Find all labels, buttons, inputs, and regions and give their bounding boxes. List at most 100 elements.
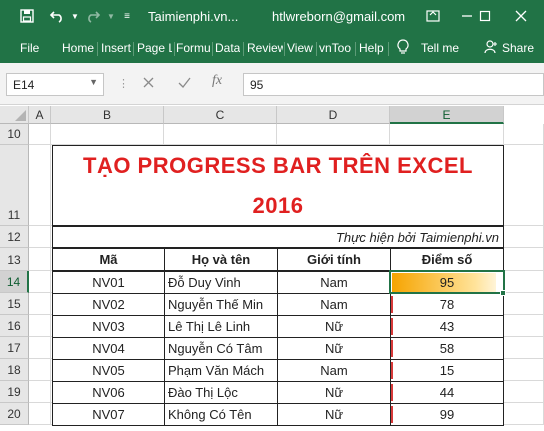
grid-cell[interactable]	[51, 124, 164, 145]
header-ho-va-ten[interactable]: Họ và tên	[164, 248, 278, 271]
grid-cell[interactable]	[29, 124, 51, 145]
employee-name-cell[interactable]: Đỗ Duy Vinh	[164, 271, 278, 294]
formula-input[interactable]: 95	[243, 73, 544, 96]
score-cell[interactable]: 78	[390, 293, 504, 316]
share-icon[interactable]	[484, 40, 498, 57]
gender-cell[interactable]: Nam	[277, 293, 391, 316]
grid-cell[interactable]	[164, 124, 277, 145]
undo-icon[interactable]	[48, 7, 66, 25]
row-header-18[interactable]: 18	[0, 359, 29, 381]
row-header-19[interactable]: 19	[0, 381, 29, 403]
employee-name-cell[interactable]: Nguyễn Có Tâm	[164, 337, 278, 360]
grid-cell[interactable]	[504, 124, 544, 145]
grid-cell[interactable]	[390, 124, 504, 145]
grid-cell[interactable]	[29, 315, 51, 337]
row-header-13[interactable]: 13	[0, 248, 29, 271]
customize-toolbar-icon[interactable]: ≡	[118, 7, 136, 25]
employee-name-cell[interactable]: Lê Thị Lê Linh	[164, 315, 278, 338]
maximize-icon[interactable]	[476, 7, 494, 25]
score-cell[interactable]: 15	[390, 359, 504, 382]
tab-page-layout[interactable]: Page L	[137, 41, 172, 55]
title-cell[interactable]: TẠO PROGRESS BAR TRÊN EXCEL 2016	[52, 145, 504, 226]
gender-cell[interactable]: Nữ	[277, 315, 391, 338]
tab-review[interactable]: Review	[247, 41, 283, 55]
employee-id-cell[interactable]: NV03	[52, 315, 165, 338]
drag-handle-icon[interactable]: ⋮	[118, 77, 129, 90]
select-all-corner[interactable]	[0, 106, 29, 124]
tab-insert[interactable]: Insert	[101, 41, 131, 55]
lightbulb-icon[interactable]	[397, 39, 409, 58]
column-header-d[interactable]: D	[277, 106, 390, 124]
score-cell[interactable]: 95	[390, 271, 504, 294]
grid-cell[interactable]	[504, 403, 544, 425]
grid-cell[interactable]	[29, 145, 51, 226]
fill-handle[interactable]	[500, 290, 506, 296]
gender-cell[interactable]: Nữ	[277, 337, 391, 360]
column-header-c[interactable]: C	[164, 106, 277, 124]
grid-cell[interactable]	[504, 315, 544, 337]
employee-id-cell[interactable]: NV01	[52, 271, 165, 294]
tab-help[interactable]: Help	[359, 41, 384, 55]
employee-id-cell[interactable]: NV07	[52, 403, 165, 426]
credit-cell[interactable]: Thực hiện bởi Taimienphi.vn	[52, 226, 504, 248]
column-header-a[interactable]: A	[29, 106, 51, 124]
save-icon[interactable]	[18, 7, 36, 25]
redo-icon[interactable]	[84, 7, 102, 25]
header-gioi-tinh[interactable]: Giới tính	[277, 248, 391, 271]
insert-function-icon[interactable]: fx	[212, 73, 222, 89]
grid-cell[interactable]	[504, 145, 544, 226]
header-diem-so[interactable]: Điểm số	[390, 248, 504, 271]
row-header-11[interactable]: 11	[0, 145, 29, 226]
grid-cell[interactable]	[504, 337, 544, 359]
employee-name-cell[interactable]: Phạm Văn Mách	[164, 359, 278, 382]
grid-cell[interactable]	[504, 226, 544, 248]
grid-cell[interactable]	[504, 359, 544, 381]
column-header-e[interactable]: E	[390, 106, 504, 124]
grid-cell[interactable]	[29, 359, 51, 381]
row-header-16[interactable]: 16	[0, 315, 29, 337]
employee-name-cell[interactable]: Đào Thị Lộc	[164, 381, 278, 404]
employee-id-cell[interactable]: NV02	[52, 293, 165, 316]
row-header-17[interactable]: 17	[0, 337, 29, 359]
tab-vntools[interactable]: vnToo	[319, 41, 353, 55]
employee-id-cell[interactable]: NV06	[52, 381, 165, 404]
score-cell[interactable]: 44	[390, 381, 504, 404]
header-ma[interactable]: Mã	[52, 248, 165, 271]
row-header-14[interactable]: 14	[0, 271, 29, 293]
minimize-icon[interactable]	[458, 7, 476, 25]
gender-cell[interactable]: Nam	[277, 359, 391, 382]
column-header-b[interactable]: B	[51, 106, 164, 124]
row-header-12[interactable]: 12	[0, 226, 29, 248]
tab-file[interactable]: File	[20, 41, 39, 55]
grid-cell[interactable]	[29, 226, 51, 248]
tab-formulas[interactable]: Formu	[176, 41, 210, 55]
score-cell[interactable]: 99	[390, 403, 504, 426]
tell-me-search[interactable]: Tell me	[421, 41, 459, 55]
grid-cell[interactable]	[504, 248, 544, 271]
grid-cell[interactable]	[29, 403, 51, 425]
employee-name-cell[interactable]: Không Có Tên	[164, 403, 278, 426]
name-box[interactable]: E14 ▼	[6, 73, 104, 96]
tab-view[interactable]: View	[287, 41, 313, 55]
close-icon[interactable]	[512, 7, 530, 25]
row-header-20[interactable]: 20	[0, 403, 29, 425]
grid-cell[interactable]	[504, 271, 544, 293]
score-cell[interactable]: 58	[390, 337, 504, 360]
grid-cell[interactable]	[277, 124, 390, 145]
score-cell[interactable]: 43	[390, 315, 504, 338]
employee-name-cell[interactable]: Nguyễn Thế Min	[164, 293, 278, 316]
gender-cell[interactable]: Nam	[277, 271, 391, 294]
employee-id-cell[interactable]: NV04	[52, 337, 165, 360]
gender-cell[interactable]: Nữ	[277, 403, 391, 426]
grid-cell[interactable]	[504, 381, 544, 403]
enter-check-icon[interactable]	[178, 75, 191, 91]
share-button[interactable]: Share	[502, 41, 534, 55]
grid-cell[interactable]	[29, 248, 51, 271]
tab-home[interactable]: Home	[62, 41, 94, 55]
grid-cell[interactable]	[29, 381, 51, 403]
chevron-down-icon[interactable]: ▼	[89, 77, 98, 87]
gender-cell[interactable]: Nữ	[277, 381, 391, 404]
grid-cell[interactable]	[29, 337, 51, 359]
row-header-15[interactable]: 15	[0, 293, 29, 315]
undo-dropdown-icon[interactable]: ▼	[66, 7, 84, 25]
